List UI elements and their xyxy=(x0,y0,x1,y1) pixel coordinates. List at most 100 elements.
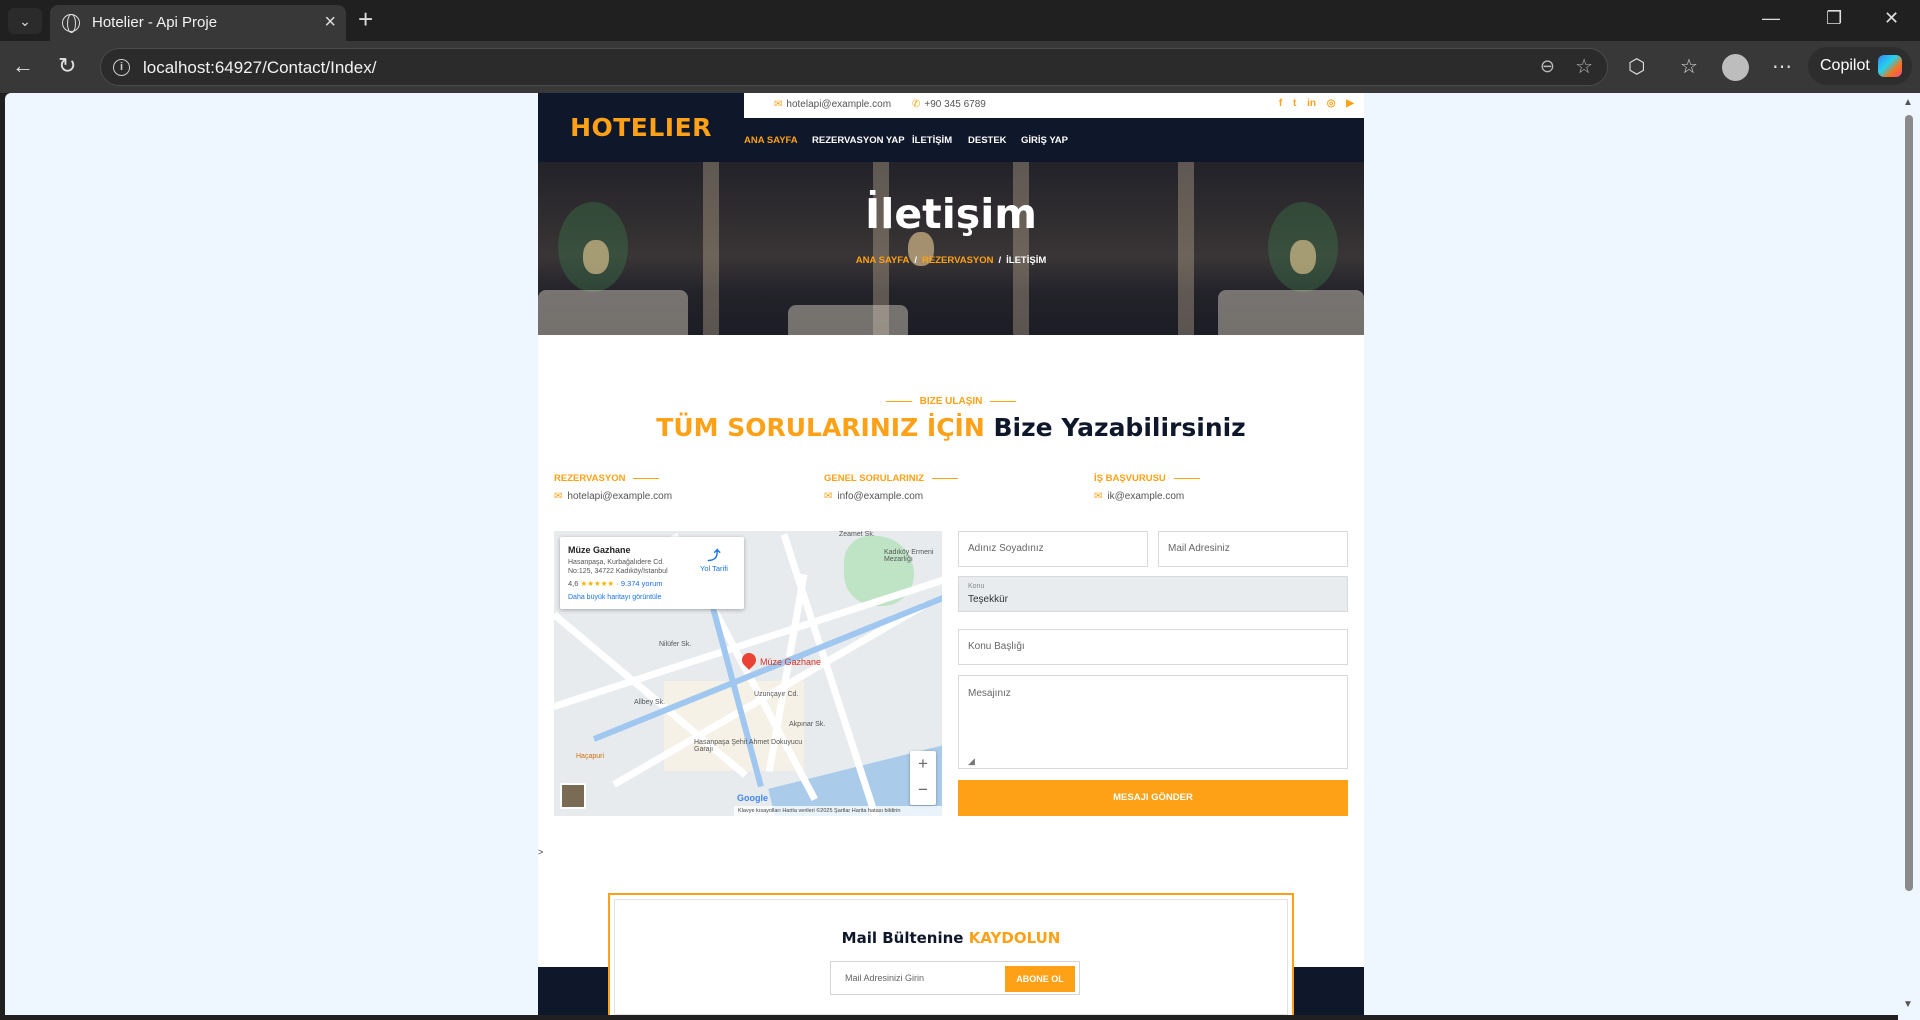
menu-item-support[interactable]: DESTEK xyxy=(968,135,1007,146)
map-label: Zeamet Sk. xyxy=(839,531,875,538)
site-page: HOTELIER ✉ hotelapi@example.com ✆ +90 345 … xyxy=(538,93,1364,1015)
send-message-button[interactable]: MESAJI GÖNDER xyxy=(958,780,1348,816)
map-label: Nilüfer Sk. xyxy=(659,641,692,648)
section-heading: TÜM SORULARINIZ İÇİN Bize Yazabilirsiniz xyxy=(538,413,1364,442)
map-label: Hasanpaşa Şehit Ahmet Dokuyucu Garajı xyxy=(694,739,803,753)
linkedin-icon[interactable]: in xyxy=(1307,98,1316,109)
contact-email[interactable]: hotelapi@example.com xyxy=(567,491,672,502)
contact-column-reservation: REZERVASYON ✉ hotelapi@example.com xyxy=(554,473,804,502)
scroll-up-icon[interactable]: ▲ xyxy=(1903,97,1913,108)
menu-item-contact[interactable]: İLETİŞİM xyxy=(912,135,952,146)
envelope-open-icon: ✉ xyxy=(554,491,563,502)
envelope-open-icon: ✉ xyxy=(824,491,833,502)
browser-tab-active[interactable]: Hotelier - Api Proje × xyxy=(50,5,346,41)
more-menu-icon[interactable]: ⋯ xyxy=(1772,54,1792,79)
subscribe-button[interactable]: ABONE OL xyxy=(1005,966,1075,992)
scrollbar-thumb[interactable] xyxy=(1905,115,1913,891)
section-subtitle: BIZE ULAŞIN xyxy=(538,396,1364,407)
instagram-icon[interactable]: ◎ xyxy=(1327,98,1336,109)
name-placeholder: Adınız Soyadınız xyxy=(968,543,1044,554)
page-scrollbar[interactable]: ▲ ▼ xyxy=(1898,93,1920,1020)
hero-decor xyxy=(1178,162,1194,335)
topbar-email-text: hotelapi@example.com xyxy=(786,99,892,110)
stray-text: > xyxy=(538,847,544,857)
map-label: Akpınar Sk. xyxy=(789,721,826,728)
email-input[interactable]: Mail Adresiniz xyxy=(1158,531,1348,567)
copilot-label: Copilot xyxy=(1820,57,1870,74)
tab-actions-icon[interactable]: ⌄ xyxy=(8,8,42,34)
map-zoom-controls: + − xyxy=(910,751,936,805)
newsletter-title-highlight: KAYDOLUN xyxy=(968,929,1061,947)
minimize-icon[interactable]: — xyxy=(1762,8,1780,29)
contact-column-value: ✉ info@example.com xyxy=(824,491,1074,502)
new-tab-icon[interactable]: + xyxy=(358,4,373,35)
twitter-icon[interactable]: t xyxy=(1293,98,1296,109)
phone-icon: ✆ xyxy=(912,99,921,110)
section-subtitle-text: BIZE ULAŞIN xyxy=(919,396,983,407)
directions-label: Yol Tarifi xyxy=(700,564,728,573)
menu-item-reservation[interactable]: REZERVASYON YAP xyxy=(812,135,905,146)
zoom-icon[interactable]: ⊖ xyxy=(1540,56,1555,77)
breadcrumb-home[interactable]: ANA SAYFA xyxy=(856,255,910,266)
favorite-star-icon[interactable]: ☆ xyxy=(1575,54,1593,79)
reload-icon[interactable]: ↻ xyxy=(58,53,76,79)
top-contact-bar: ✉ hotelapi@example.com ✆ +90 345 6789 f t … xyxy=(744,93,1364,118)
extensions-icon[interactable]: ⬡ xyxy=(1628,54,1645,79)
contact-column-label: GENEL SORULARINIZ xyxy=(824,473,1074,484)
zoom-out-icon[interactable]: − xyxy=(910,777,936,803)
contact-column-label: İŞ BAŞVURUSU xyxy=(1094,473,1344,484)
newsletter-title-text: Mail Bültenine xyxy=(841,929,964,947)
contact-email[interactable]: info@example.com xyxy=(837,491,923,502)
restore-icon[interactable]: ❐ xyxy=(1826,8,1842,29)
contact-column-value: ✉ hotelapi@example.com xyxy=(554,491,804,502)
page-title: İletişim xyxy=(865,190,1037,238)
subject-title-input[interactable]: Konu Başlığı xyxy=(958,629,1348,665)
favorites-icon[interactable]: ☆ xyxy=(1680,54,1698,79)
place-address: Hasanpaşa, Kurbağalıdere Cd. No:125, 347… xyxy=(568,559,668,575)
window-close-icon[interactable]: ✕ xyxy=(1884,8,1899,29)
message-textarea[interactable]: Mesajınız ◢ xyxy=(958,675,1348,769)
directions-icon: ⤴ xyxy=(707,548,721,563)
newsletter-email-input[interactable]: Mail Adresinizi Girin xyxy=(845,973,924,983)
subtitle-line xyxy=(990,400,1017,402)
close-tab-icon[interactable]: × xyxy=(324,11,336,34)
hero-decor xyxy=(788,305,908,335)
map-label: Allbey Sk. xyxy=(634,699,666,706)
main-menu: ANA SAYFA REZERVASYON YAP İLETİŞİM DESTE… xyxy=(744,118,1364,162)
breadcrumb-reservation[interactable]: REZERVASYON xyxy=(922,255,993,266)
directions-button[interactable]: ⤴ Yol Tarifi xyxy=(694,545,734,573)
review-count-link[interactable]: 9.374 yorum xyxy=(621,579,663,588)
satellite-toggle[interactable] xyxy=(560,783,586,809)
youtube-icon[interactable]: ▶ xyxy=(1346,98,1354,109)
breadcrumb-current: İLETİŞİM xyxy=(1006,255,1047,266)
copilot-icon xyxy=(1878,55,1902,77)
url-text: localhost:64927/Contact/Index/ xyxy=(143,58,377,77)
scroll-down-icon[interactable]: ▼ xyxy=(1903,999,1913,1010)
facebook-icon[interactable]: f xyxy=(1279,98,1282,109)
address-bar[interactable]: i localhost:64927/Contact/Index/ ⊖ ☆ xyxy=(100,48,1608,86)
newsletter-title: Mail Bültenine KAYDOLUN xyxy=(538,929,1364,947)
copilot-button[interactable]: Copilot xyxy=(1808,47,1912,85)
hero-decor xyxy=(538,290,688,335)
hero-decor xyxy=(1218,290,1364,335)
profile-avatar-icon[interactable] xyxy=(1722,54,1749,81)
subject-title-placeholder: Konu Başlığı xyxy=(968,641,1025,652)
newsletter-panel xyxy=(614,899,1288,1015)
larger-map-link[interactable]: Daha büyük haritayı görüntüle xyxy=(568,594,661,601)
subject-caption: Konu xyxy=(968,583,985,590)
site-logo[interactable]: HOTELIER xyxy=(538,93,744,162)
menu-item-login[interactable]: GİRİŞ YAP xyxy=(1021,135,1068,146)
contact-email[interactable]: ik@example.com xyxy=(1107,491,1184,502)
email-placeholder: Mail Adresiniz xyxy=(1168,543,1230,554)
rating-stars-icon: ★★★★★ xyxy=(580,579,615,588)
menu-item-home[interactable]: ANA SAYFA xyxy=(744,135,798,146)
zoom-in-icon[interactable]: + xyxy=(910,751,936,777)
place-rating: 4,6 ★★★★★ · 9.374 yorum xyxy=(568,579,663,588)
back-icon[interactable]: ← xyxy=(12,53,34,79)
site-info-icon[interactable]: i xyxy=(113,59,130,76)
breadcrumb-separator: / xyxy=(914,255,918,266)
google-map[interactable]: Zeamet Sk. Kadıköy Ermeni Mezarlığı Hasa… xyxy=(554,531,942,816)
resize-handle-icon[interactable]: ◢ xyxy=(968,756,1345,767)
envelope-icon: ✉ xyxy=(774,99,783,110)
name-input[interactable]: Adınız Soyadınız xyxy=(958,531,1148,567)
